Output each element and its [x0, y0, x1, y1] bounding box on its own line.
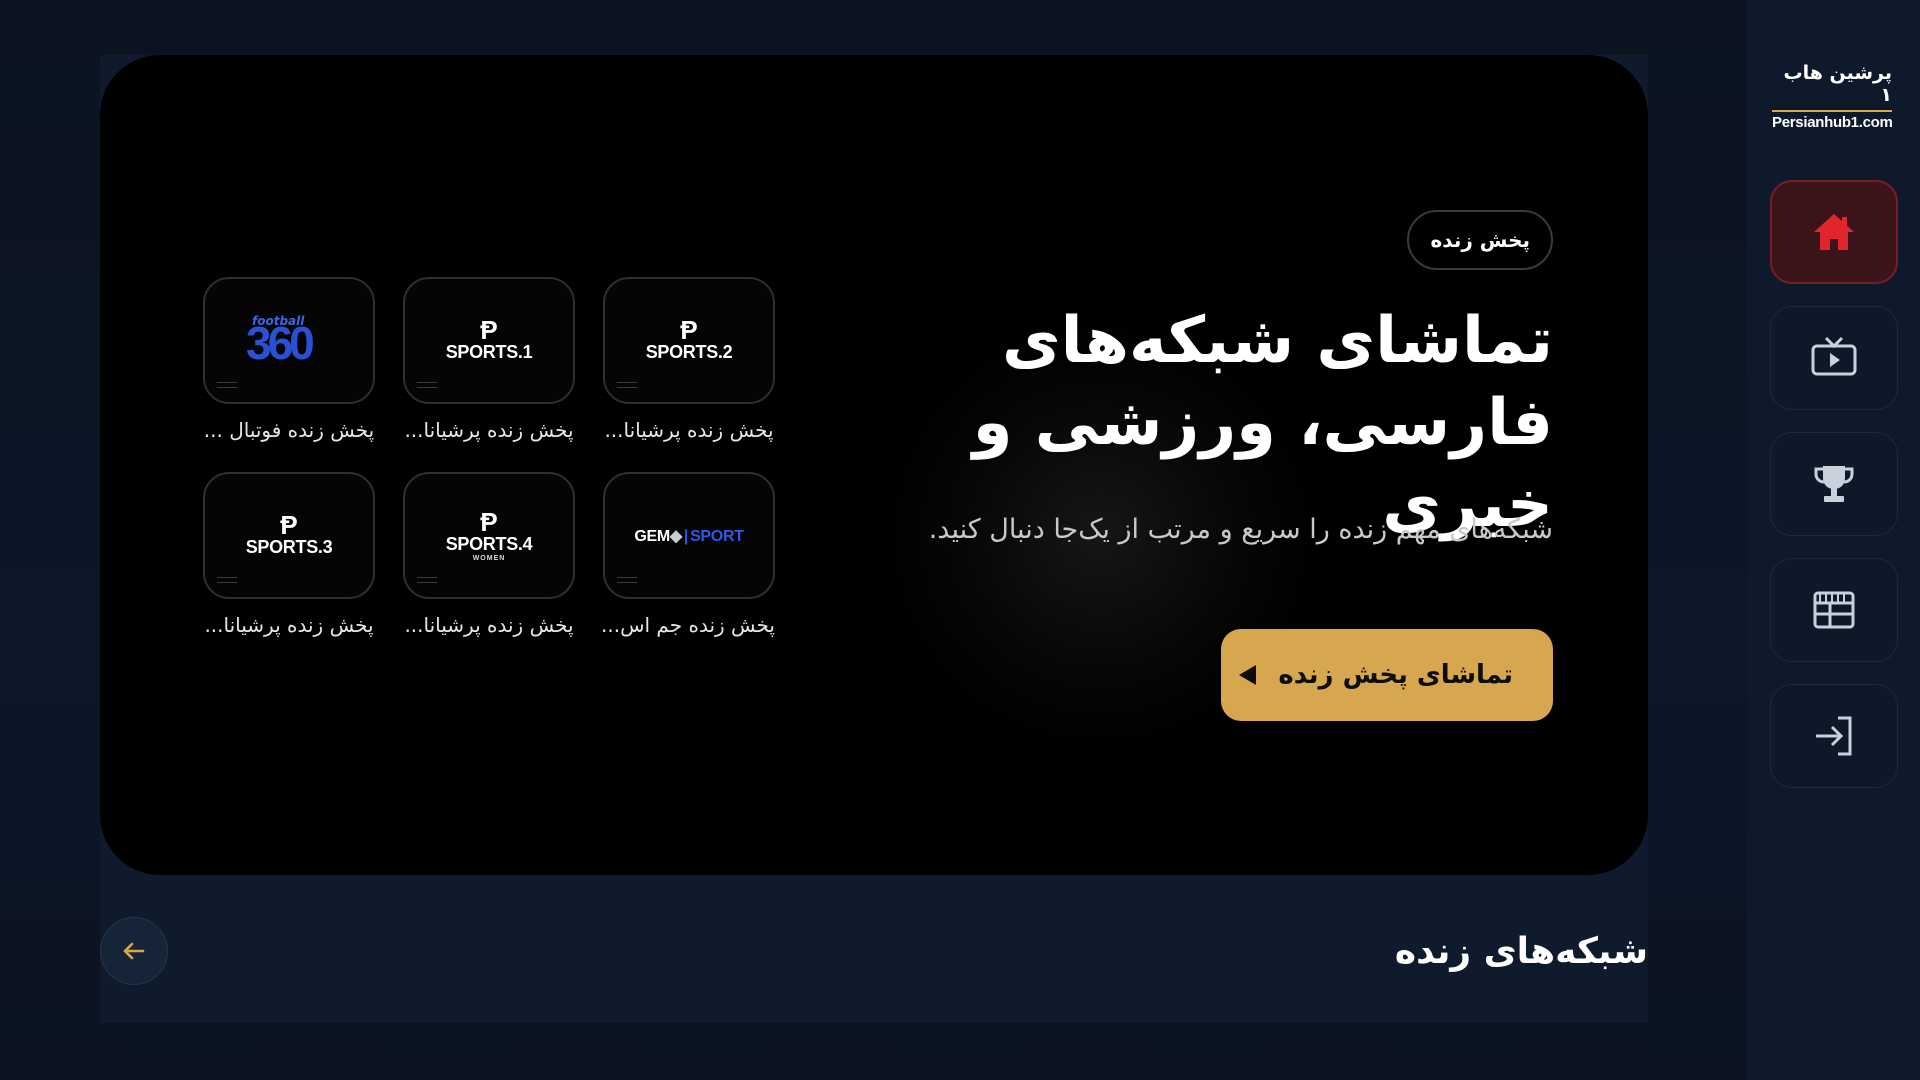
main-content: پخش زنده تماشای شبکه‌های فارسی، ورزشی و …: [100, 55, 1648, 1023]
channel-name: پخش زنده پرشیانا...: [404, 613, 574, 637]
channel-logo-subtext: WOMEN: [472, 554, 506, 562]
hero-title-line-1: تماشای شبکه‌های: [1001, 304, 1553, 378]
channel-logo: Ᵽ SPORTS.2: [603, 277, 775, 404]
sidebar-item-home[interactable]: [1770, 180, 1898, 284]
home-icon: [1814, 214, 1854, 250]
sidebar-nav: [1770, 180, 1898, 810]
live-channels-section-title: شبکه‌های زنده: [1394, 931, 1648, 972]
channel-name: پخش زنده پرشیانا...: [604, 418, 774, 442]
channel-card[interactable]: Ᵽ SPORTS.4 WOMEN پخش زنده پرشیانا...: [403, 472, 575, 637]
channel-name: پخش زنده جم اس...: [603, 613, 775, 637]
channel-card[interactable]: Ᵽ SPORTS.2 پخش زنده پرشیانا...: [603, 277, 775, 442]
sidebar-item-login[interactable]: [1770, 684, 1898, 788]
live-badge: پخش زنده: [1407, 210, 1553, 270]
play-icon: [1239, 665, 1257, 685]
logo-text-fa: پرشین هاب ۱: [1772, 62, 1892, 112]
channel-logo: football 360: [203, 277, 375, 404]
login-icon: [1816, 716, 1852, 756]
gem-sport-logo: GEM◆ | SPORT: [634, 527, 744, 545]
channel-logo-text: SPORTS.2: [645, 342, 733, 362]
channel-logo-text: SPORTS.3: [245, 537, 333, 557]
channel-logo: GEM◆ | SPORT: [603, 472, 775, 599]
channel-name: پخش زنده پرشیانا...: [404, 418, 574, 442]
sidebar: پرشین هاب ۱ Persianhub1.com: [1747, 0, 1920, 1080]
channel-card[interactable]: Ᵽ SPORTS.3 پخش زنده پرشیانا...: [203, 472, 375, 637]
page: پرشین هاب ۱ Persianhub1.com پخش زنده تما…: [0, 0, 1920, 1080]
sidebar-item-trophy[interactable]: [1770, 432, 1898, 536]
channel-logo: Ᵽ SPORTS.1: [403, 277, 575, 404]
scroll-arrow-button[interactable]: [100, 917, 168, 985]
watch-live-button[interactable]: تماشای پخش زنده: [1221, 629, 1553, 721]
channel-name: پخش زنده پرشیانا...: [204, 613, 374, 637]
sidebar-item-schedule[interactable]: [1770, 558, 1898, 662]
hero-subtitle: شبکه‌های مهم زنده را سریع و مرتب از یک‌ج…: [928, 514, 1553, 545]
table-icon: [1813, 591, 1855, 629]
channel-logo: Ᵽ SPORTS.3: [203, 472, 375, 599]
hero-banner: پخش زنده تماشای شبکه‌های فارسی، ورزشی و …: [100, 55, 1648, 875]
channel-card[interactable]: Ᵽ SPORTS.1 پخش زنده پرشیانا...: [403, 277, 575, 442]
football-360-logo: football 360: [246, 313, 315, 369]
channel-logo-text: SPORTS.1: [445, 342, 533, 362]
logo-text-en: Persianhub1.com: [1772, 114, 1893, 131]
channel-grid: Ᵽ SPORTS.2 پخش زنده پرشیانا... Ᵽ SPORTS.…: [195, 277, 775, 637]
site-logo[interactable]: پرشین هاب ۱ Persianhub1.com: [1772, 62, 1893, 131]
watch-live-button-label: تماشای پخش زنده: [1278, 660, 1513, 690]
channel-name: پخش زنده فوتبال ...: [203, 418, 375, 442]
channel-card[interactable]: football 360 پخش زنده فوتبال ...: [203, 277, 375, 442]
arrow-left-icon: [123, 942, 145, 960]
channel-card[interactable]: GEM◆ | SPORT پخش زنده جم اس...: [603, 472, 775, 637]
tv-play-icon: [1811, 336, 1857, 376]
sidebar-item-live-tv[interactable]: [1770, 306, 1898, 410]
channel-logo: Ᵽ SPORTS.4 WOMEN: [403, 472, 575, 599]
trophy-icon: [1814, 466, 1854, 502]
channel-logo-text: SPORTS.4: [445, 533, 533, 554]
